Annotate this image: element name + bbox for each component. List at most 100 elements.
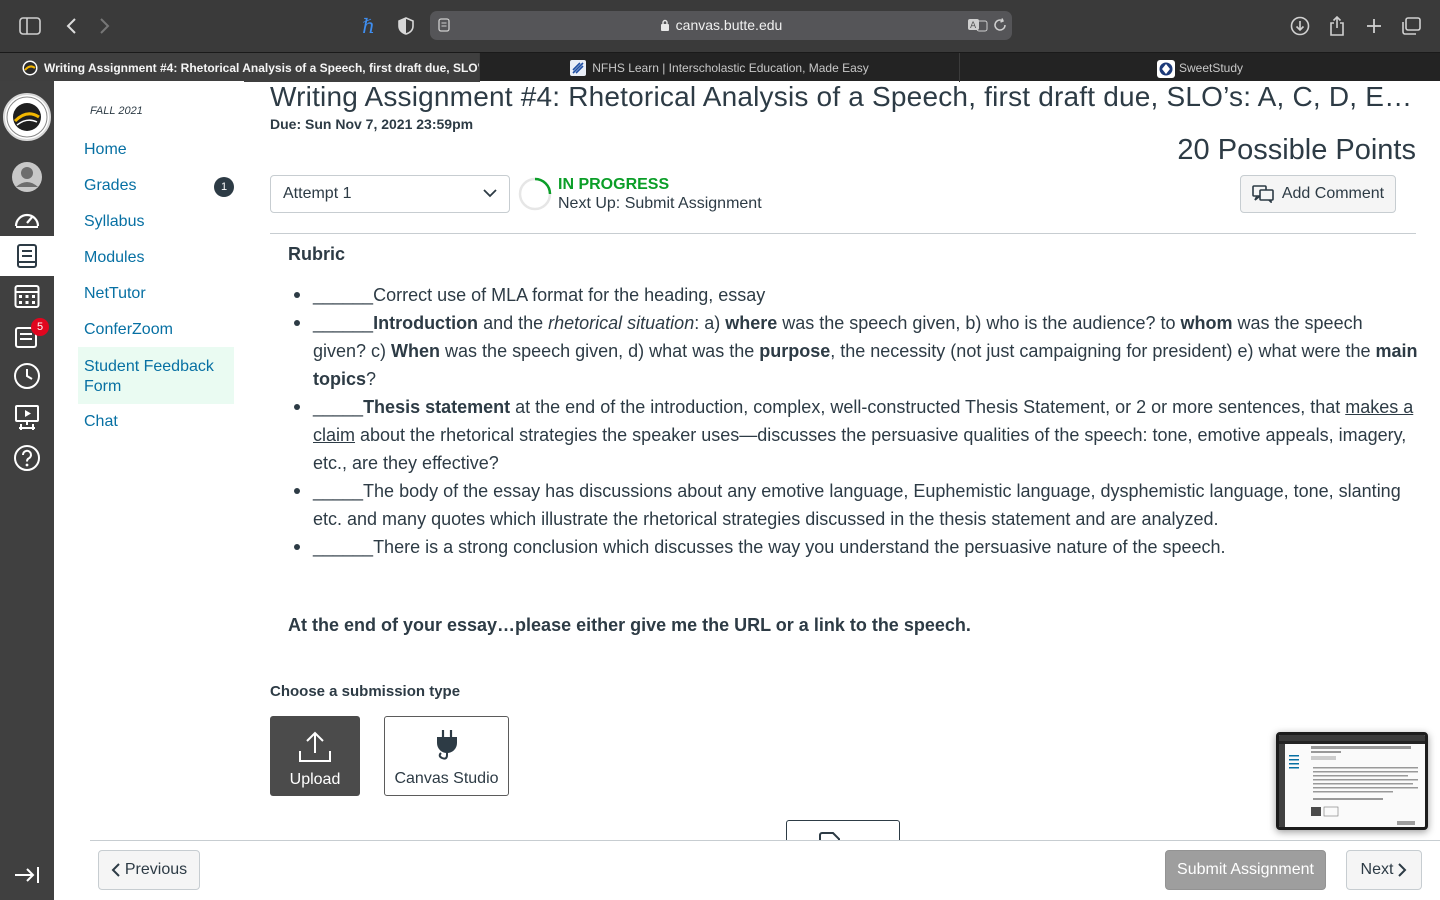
rubric-text: Thesis statement [363,397,511,417]
address-bar[interactable]: canvas.butte.edu A [430,11,1012,40]
history-icon [13,362,41,390]
chevron-right-icon [1397,862,1407,878]
lock-icon [660,19,670,31]
chevron-left-icon [111,862,121,878]
new-tab-icon[interactable] [1361,13,1387,39]
canvas-studio-label: Canvas Studio [394,770,499,787]
tab-sweetstudy[interactable]: SweetStudy [960,53,1440,82]
global-navigation: 5 [0,81,54,900]
add-comment-label: Add Comment [1281,185,1385,202]
assignment-title: Writing Assignment #4: Rhetorical Analys… [270,81,1420,112]
url-instruction: At the end of your essay…please either g… [288,615,971,635]
tab-writing-assignment[interactable]: Writing Assignment #4: Rhetorical Analys… [0,53,480,82]
attempt-select[interactable]: Attempt 1 [270,175,510,213]
submit-assignment-button[interactable]: Submit Assignment [1165,850,1326,890]
course-nav-syllabus[interactable]: Syllabus [84,213,144,231]
rubric-text: When [391,341,441,361]
course-nav-home[interactable]: Home [84,141,127,159]
account-icon [11,161,43,193]
course-nav-nettutor[interactable]: NetTutor [84,285,146,303]
rubric-item: ______Correct use of MLA format for the … [288,281,1418,309]
tab-strip: Writing Assignment #4: Rhetorical Analys… [0,52,1440,82]
help-icon [13,444,41,472]
rubric-text: and the [478,313,549,333]
page-footer: Previous Submit Assignment Next [90,840,1440,900]
add-comment-button[interactable]: Add Comment [1240,175,1396,213]
forward-icon[interactable] [92,13,118,39]
term-label: FALL 2021 [90,105,143,117]
account-nav-item[interactable] [0,157,54,197]
attempt-select-value: Attempt 1 [283,185,352,202]
downloads-icon[interactable] [1287,13,1313,39]
course-navigation: FALL 2021 Home Grades 1 Syllabus Modules… [54,81,244,900]
rubric-text: _____ [313,397,364,417]
rubric-text: was the speech given, b) who is the audi… [777,313,1181,333]
course-nav-conferzoom[interactable]: ConferZoom [84,321,173,339]
college-logo[interactable] [3,93,51,141]
course-nav-chat[interactable]: Chat [84,413,118,431]
dashboard-icon [13,208,41,230]
next-button[interactable]: Next [1346,850,1422,890]
submit-label: Submit Assignment [1177,861,1314,878]
next-label: Next [1360,861,1394,878]
progress-ring-icon [518,177,552,211]
inbox-nav-item[interactable]: 5 [0,316,54,356]
tab-nfhs-learn[interactable]: NFHS Learn | Interscholastic Education, … [480,53,960,82]
rubric-text: was the speech given, d) what was the [440,341,760,361]
inbox-unread-badge: 5 [31,318,49,336]
rubric-text: about the rhetorical strategies the spea… [313,425,1407,473]
canvas-studio-button[interactable]: Canvas Studio [384,716,509,796]
collapse-nav-button[interactable] [0,855,54,895]
rubric-text: ______Correct use of MLA format for the … [313,285,766,305]
back-icon[interactable] [58,13,84,39]
plug-icon [433,728,461,762]
browser-toolbar: ℏ canvas.butte.edu A [0,0,1440,52]
upload-button[interactable]: Upload [270,716,360,796]
tab-title: SweetStudy [1178,60,1244,75]
previous-label: Previous [124,861,188,878]
rubric-text: whom [1180,313,1233,333]
rubric-text: _____The body of the essay has discussio… [313,481,1401,529]
shield-icon[interactable] [393,13,419,39]
reload-icon[interactable] [993,18,1007,32]
studio-nav-item[interactable] [0,397,54,437]
chevron-down-icon [483,188,497,198]
rubric-text: rhetorical situation [548,313,695,333]
translate-icon[interactable]: A [968,18,988,32]
rubric-text: ______There is a strong conclusion which… [313,537,1226,557]
url-text: canvas.butte.edu [675,17,783,33]
course-nav-grades[interactable]: Grades [84,177,136,195]
rubric-text: , the necessity (not just campaigning fo… [830,341,1376,361]
screenshot-thumbnail[interactable] [1276,732,1428,830]
comment-icon [1252,185,1274,203]
grades-badge: 1 [214,177,234,197]
assignment-content: Writing Assignment #4: Rhetorical Analys… [244,81,1440,900]
courses-nav-item[interactable] [0,236,54,276]
rubric-text: at the end of the introduction, complex,… [510,397,1346,417]
due-date: Due: Sun Nov 7, 2021 23:59pm [270,116,474,132]
upload-label: Upload [289,771,341,788]
courses-icon [16,243,38,269]
studio-icon [13,403,41,431]
submission-type-heading: Choose a submission type [270,683,461,700]
rubric-text: ______ [313,313,374,333]
course-nav-modules[interactable]: Modules [84,249,144,267]
help-nav-item[interactable] [0,438,54,478]
rubric-text: : a) [694,313,726,333]
extension-icon[interactable]: ℏ [357,13,383,39]
history-nav-item[interactable] [0,356,54,396]
tab-overview-icon[interactable] [1398,13,1424,39]
calendar-nav-item[interactable] [0,276,54,316]
next-step-text: Next Up: Submit Assignment [558,195,762,212]
submission-status: IN PROGRESS [558,176,670,193]
rubric-heading: Rubric [288,244,346,264]
rubric-text: Introduction [373,313,479,333]
previous-button[interactable]: Previous [98,850,200,890]
possible-points: 20 Possible Points [1177,134,1416,166]
rubric-text: purpose [759,341,831,361]
share-icon[interactable] [1324,13,1350,39]
dashboard-nav-item[interactable] [0,199,54,239]
svg-text:A: A [970,21,977,31]
course-nav-student-feedback-form[interactable]: Student Feedback Form [84,357,224,397]
sidebar-toggle-icon[interactable] [17,13,43,39]
